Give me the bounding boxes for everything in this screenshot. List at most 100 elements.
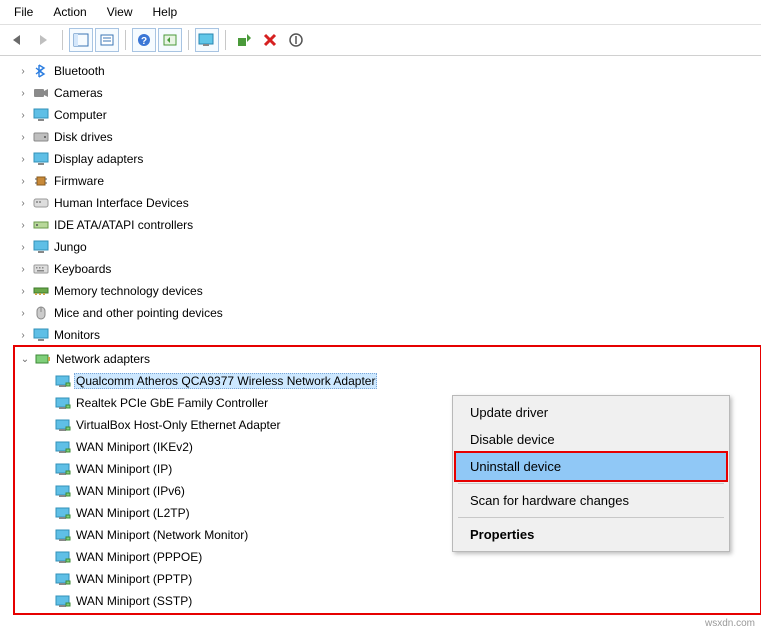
menu-properties[interactable]: Properties (456, 521, 726, 548)
tree-item-label: WAN Miniport (PPTP) (74, 571, 194, 587)
nic-icon (54, 395, 72, 411)
menu-file[interactable]: File (4, 2, 43, 22)
separator (225, 30, 226, 50)
tree-item-label: WAN Miniport (L2TP) (74, 505, 192, 521)
tree-item[interactable]: ›Keyboards (14, 258, 761, 280)
separator (62, 30, 63, 50)
monitor-icon (32, 107, 50, 123)
expand-icon[interactable]: › (16, 198, 30, 209)
bluetooth-icon (32, 63, 50, 79)
tree-item-label: Realtek PCIe GbE Family Controller (74, 395, 270, 411)
menu-action[interactable]: Action (43, 2, 96, 22)
expand-icon[interactable]: › (16, 66, 30, 77)
watermark: wsxdn.com (705, 618, 755, 629)
nic-icon (54, 505, 72, 521)
tree-item[interactable]: › Memory technology devices (14, 280, 761, 302)
menu-update-driver[interactable]: Update driver (456, 399, 726, 426)
storage-icon (32, 217, 50, 233)
tree-item-label: Mice and other pointing devices (52, 305, 225, 321)
nic-icon (54, 571, 72, 587)
menu-scan-hardware[interactable]: Scan for hardware changes (456, 487, 726, 514)
nic-icon (54, 593, 72, 609)
nic-icon (54, 549, 72, 565)
tree-item-network-child[interactable]: WAN Miniport (SSTP) (36, 590, 759, 612)
tree-item-label: Cameras (52, 85, 105, 101)
expand-icon[interactable]: › (16, 242, 30, 253)
tree-item-label: WAN Miniport (Network Monitor) (74, 527, 250, 543)
help-button[interactable]: ? (132, 28, 156, 52)
monitor-icon (32, 239, 50, 255)
forward-button[interactable] (32, 28, 56, 52)
nic-icon (54, 527, 72, 543)
svg-text:?: ? (141, 36, 147, 47)
context-menu: Update driver Disable device Uninstall d… (452, 395, 730, 552)
nic-icon (54, 417, 72, 433)
tree-item-label: Jungo (52, 239, 89, 255)
nic-icon (34, 351, 52, 367)
menu-disable-device[interactable]: Disable device (456, 426, 726, 453)
show-tree-button[interactable] (69, 28, 93, 52)
nic-icon (54, 483, 72, 499)
action-button[interactable] (158, 28, 182, 52)
back-button[interactable] (6, 28, 30, 52)
tree-item[interactable]: › Jungo (14, 236, 761, 258)
tree-item-network-adapters[interactable]: ⌄ Network adapters (16, 348, 759, 370)
monitor-icon (32, 151, 50, 167)
tree-item[interactable]: › Bluetooth (14, 60, 761, 82)
tree-item-label: WAN Miniport (IKEv2) (74, 439, 195, 455)
tree-item[interactable]: › IDE ATA/ATAPI controllers (14, 214, 761, 236)
expand-icon[interactable]: › (16, 176, 30, 187)
uninstall-button[interactable] (258, 28, 282, 52)
expand-icon[interactable]: › (16, 330, 30, 341)
tree-item[interactable]: › Mice and other pointing devices (14, 302, 761, 324)
expand-icon[interactable]: › (16, 286, 30, 297)
expand-icon[interactable]: › (16, 132, 30, 143)
expand-icon[interactable]: › (16, 154, 30, 165)
toolbar: ? (0, 25, 761, 56)
monitor-icon (32, 327, 50, 343)
tree-item-label: WAN Miniport (IP) (74, 461, 174, 477)
nic-icon (54, 461, 72, 477)
collapse-icon[interactable]: ⌄ (18, 354, 32, 365)
menu-help[interactable]: Help (143, 2, 188, 22)
expand-icon[interactable]: › (16, 264, 30, 275)
tree-item-label: Disk drives (52, 129, 115, 145)
tree-item[interactable]: › Disk drives (14, 126, 761, 148)
tree-item[interactable]: ›Display adapters (14, 148, 761, 170)
tree-item[interactable]: ›Computer (14, 104, 761, 126)
tree-item-label: WAN Miniport (IPv6) (74, 483, 187, 499)
tree-item[interactable]: › Cameras (14, 82, 761, 104)
scan-hardware-button[interactable] (195, 28, 219, 52)
menu-uninstall-device[interactable]: Uninstall device (456, 453, 726, 480)
tree-item-label: Memory technology devices (52, 283, 205, 299)
tree-item-label: VirtualBox Host-Only Ethernet Adapter (74, 417, 283, 433)
expand-icon[interactable]: › (16, 110, 30, 121)
expand-icon[interactable]: › (16, 308, 30, 319)
chip-icon (32, 173, 50, 189)
tree-item-network-child[interactable]: Qualcomm Atheros QCA9377 Wireless Networ… (36, 370, 759, 392)
tree-item-label: IDE ATA/ATAPI controllers (52, 217, 195, 233)
menu-view[interactable]: View (97, 2, 143, 22)
disable-button[interactable] (284, 28, 308, 52)
separator (458, 517, 724, 518)
tree-item-label: Bluetooth (52, 63, 107, 79)
expand-icon[interactable]: › (16, 88, 30, 99)
separator (188, 30, 189, 50)
menubar: File Action View Help (0, 0, 761, 25)
hid-icon (32, 195, 50, 211)
expand-icon[interactable]: › (16, 220, 30, 231)
tree-item[interactable]: ›Monitors (14, 324, 761, 346)
tree-item-label: WAN Miniport (SSTP) (74, 593, 194, 609)
separator (125, 30, 126, 50)
tree-item-label: WAN Miniport (PPPOE) (74, 549, 204, 565)
tree-item-network-child[interactable]: WAN Miniport (PPTP) (36, 568, 759, 590)
tree-item[interactable]: ›Human Interface Devices (14, 192, 761, 214)
keyboard-icon (32, 261, 50, 277)
nic-icon (54, 439, 72, 455)
camera-icon (32, 85, 50, 101)
tree-item-label: Qualcomm Atheros QCA9377 Wireless Networ… (74, 373, 377, 389)
tree-item[interactable]: ›Firmware (14, 170, 761, 192)
memory-icon (32, 283, 50, 299)
properties-button[interactable] (95, 28, 119, 52)
update-driver-button[interactable] (232, 28, 256, 52)
